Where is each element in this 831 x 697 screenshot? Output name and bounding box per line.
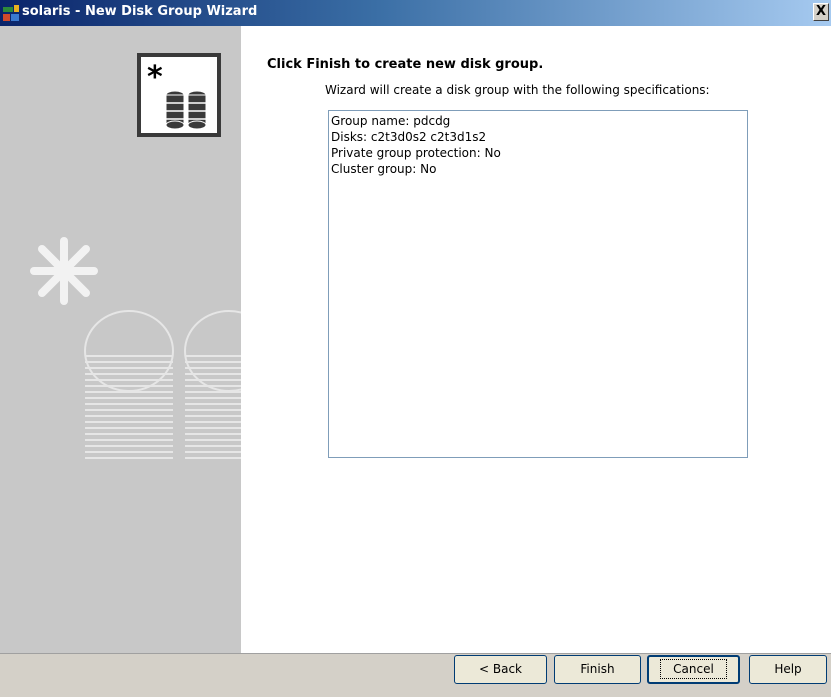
window-title: solaris - New Disk Group Wizard xyxy=(22,4,258,19)
cancel-button-label: Cancel xyxy=(660,659,727,679)
spec-line-cluster-group: Cluster group: No xyxy=(331,162,437,176)
wizard-sidebar: * xyxy=(0,26,241,653)
page-heading: Click Finish to create new disk group. xyxy=(267,57,544,72)
svg-text:*: * xyxy=(147,60,163,95)
finish-button[interactable]: Finish xyxy=(554,655,641,684)
back-button[interactable]: < Back xyxy=(454,655,547,684)
button-bar: < Back Finish Cancel Help xyxy=(0,653,831,697)
specifications-textbox[interactable]: Group name: pdcdg Disks: c2t3d0s2 c2t3d1… xyxy=(328,110,748,458)
wizard-content: Click Finish to create new disk group. W… xyxy=(241,26,831,653)
spec-line-private-protection: Private group protection: No xyxy=(331,146,501,160)
spec-line-group-name: Group name: pdcdg xyxy=(331,114,451,128)
cancel-button[interactable]: Cancel xyxy=(647,655,740,684)
help-button[interactable]: Help xyxy=(749,655,827,684)
disk-group-watermark-icon xyxy=(30,237,241,459)
close-button[interactable]: X xyxy=(813,3,829,21)
spec-line-disks: Disks: c2t3d0s2 c2t3d1s2 xyxy=(331,130,487,144)
app-icon xyxy=(3,5,19,21)
disk-group-new-icon: * xyxy=(137,53,221,137)
title-bar: solaris - New Disk Group Wizard X xyxy=(0,0,831,26)
page-subheading: Wizard will create a disk group with the… xyxy=(325,83,710,97)
